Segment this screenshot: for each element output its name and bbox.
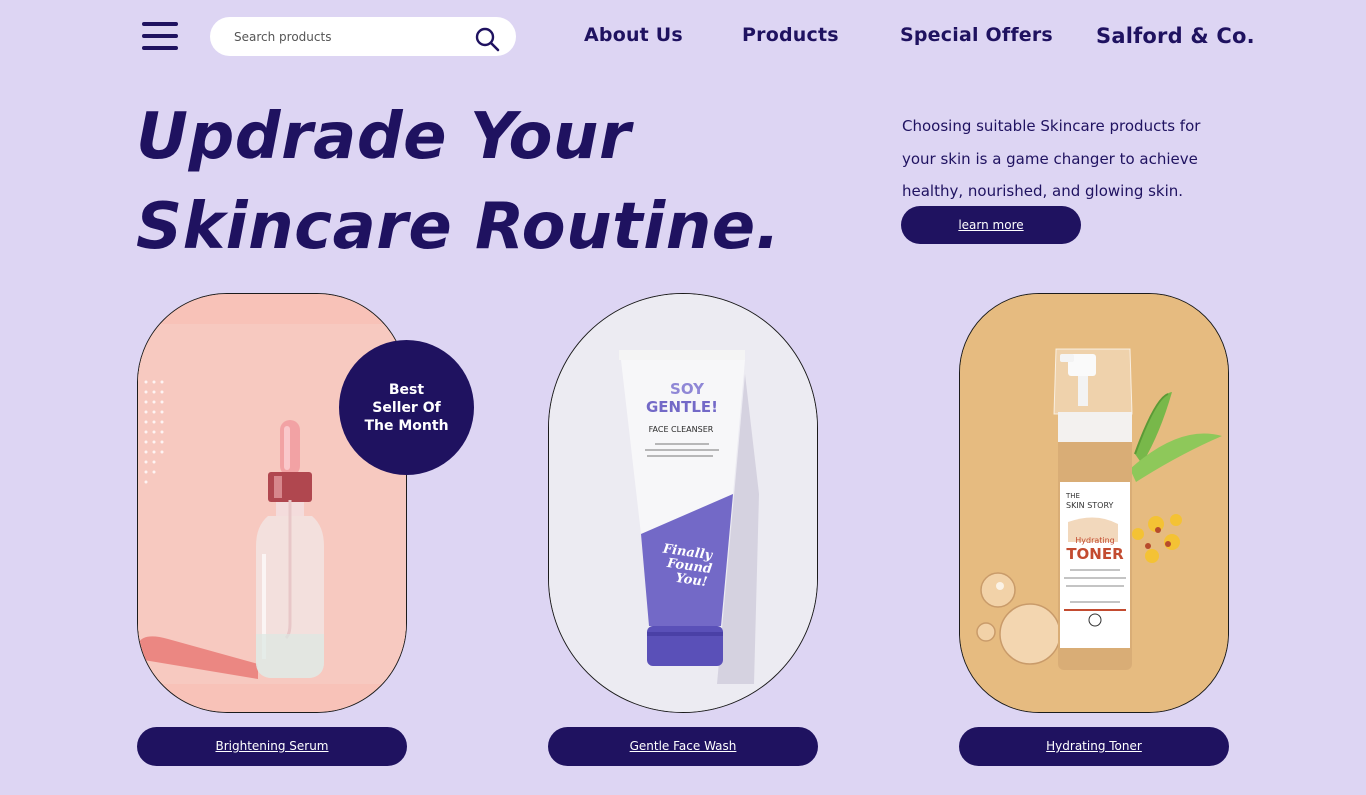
hero-description: Choosing suitable Skincare products for … bbox=[902, 117, 1201, 200]
product-button-face-wash[interactable]: Gentle Face Wash bbox=[548, 727, 818, 766]
best-seller-badge: Best Seller Of The Month bbox=[339, 340, 474, 475]
learn-more-button[interactable]: learn more bbox=[901, 206, 1081, 244]
top-navbar: About Us Products Special Offers Salford… bbox=[0, 0, 1366, 72]
product-card-face-wash[interactable]: SOY GENTLE! FACE CLEANSER Finally Found … bbox=[548, 293, 818, 713]
nav-about-us[interactable]: About Us bbox=[584, 24, 683, 46]
nav-products[interactable]: Products bbox=[742, 24, 839, 46]
nav-special-offers[interactable]: Special Offers bbox=[900, 24, 1053, 46]
product-card-toner[interactable]: THE SKIN STORY Hydrating TONER bbox=[959, 293, 1229, 713]
product-button-toner[interactable]: Hydrating Toner bbox=[959, 727, 1229, 766]
menu-icon[interactable] bbox=[142, 22, 178, 50]
toner-sub-text: Hydrating bbox=[1075, 536, 1115, 545]
product-button-serum[interactable]: Brightening Serum bbox=[137, 727, 407, 766]
toner-brand-text-2: SKIN STORY bbox=[1066, 501, 1114, 510]
toner-title-text: TONER bbox=[1066, 545, 1124, 563]
tube-sub-text: FACE CLEANSER bbox=[649, 425, 714, 434]
tube-brand-text: SOY bbox=[670, 380, 705, 398]
tube-title-text: GENTLE! bbox=[646, 398, 718, 416]
brand-name: Salford & Co. bbox=[1096, 24, 1255, 48]
hero-title-line-2: Skincare Routine. bbox=[136, 190, 781, 264]
face-wash-tube-image: SOY GENTLE! FACE CLEANSER Finally Found … bbox=[549, 294, 817, 712]
toner-bottle-image: THE SKIN STORY Hydrating TONER bbox=[960, 294, 1228, 712]
hero-title: Updrade Your Skincare Routine. bbox=[136, 92, 836, 272]
search-icon[interactable] bbox=[474, 26, 500, 52]
toner-brand-text-1: THE bbox=[1065, 492, 1080, 500]
search-input[interactable] bbox=[234, 25, 474, 48]
badge-line-1: Best bbox=[388, 381, 425, 398]
hero-title-line-1: Updrade Your bbox=[136, 100, 632, 174]
badge-line-2: Seller Of bbox=[372, 399, 441, 416]
badge-line-3: The Month bbox=[364, 417, 449, 434]
search-bar bbox=[210, 17, 516, 56]
